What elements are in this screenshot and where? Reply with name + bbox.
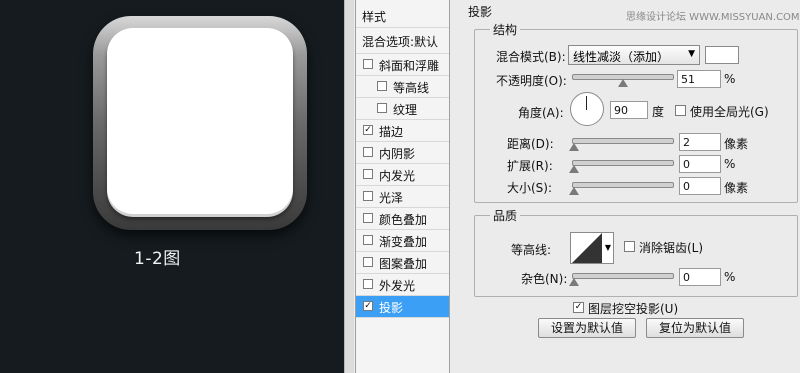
angle-dial-needle <box>586 96 587 110</box>
spread-slider-thumb[interactable] <box>569 165 579 173</box>
style-item-checkbox[interactable] <box>363 169 373 179</box>
style-item-label: 内发光 <box>379 169 416 183</box>
style-item-checkbox[interactable] <box>363 59 373 69</box>
app-icon-face <box>107 28 293 214</box>
watermark-text: 思缘设计论坛 WWW.MISSYUAN.COM <box>626 12 800 23</box>
preview-caption: 1-2图 <box>134 249 181 269</box>
style-item-checkbox[interactable]: ✓ <box>363 125 373 135</box>
structure-title: 结构 <box>490 21 521 38</box>
shadow-color-swatch[interactable] <box>705 46 739 64</box>
noise-label: 杂色(N): <box>521 272 568 286</box>
style-item[interactable]: 内阴影 <box>356 142 449 164</box>
style-item[interactable]: 斜面和浮雕 <box>356 54 449 76</box>
chevron-down-icon: ▼ <box>688 49 695 59</box>
style-item[interactable]: 渐变叠加 <box>356 230 449 252</box>
style-item[interactable]: 颜色叠加 <box>356 208 449 230</box>
opacity-label: 不透明度(O): <box>496 74 567 88</box>
distance-unit: 像素 <box>724 137 749 151</box>
size-unit: 像素 <box>724 181 749 195</box>
style-item-label: 等高线 <box>393 81 430 95</box>
style-item[interactable]: 等高线 <box>356 76 449 98</box>
preview-canvas: 1-2图 <box>0 0 344 373</box>
size-input[interactable]: 0 <box>679 177 721 195</box>
distance-slider-thumb[interactable] <box>569 143 579 151</box>
style-item[interactable]: ✓ 投影 <box>356 296 449 318</box>
make-default-button[interactable]: 设置为默认值 <box>538 318 636 338</box>
noise-slider[interactable] <box>572 273 674 279</box>
global-light-label: 使用全局光(G) <box>690 105 769 119</box>
size-slider-thumb[interactable] <box>569 187 579 195</box>
app-icon-preview <box>93 16 307 230</box>
style-item-label: 投影 <box>379 301 404 315</box>
style-item-label: 描边 <box>379 125 404 139</box>
chevron-down-icon: ▼ <box>604 243 611 252</box>
blend-options-item[interactable]: 混合选项:默认 <box>356 28 449 54</box>
style-item[interactable]: 纹理 <box>356 98 449 120</box>
reset-default-button[interactable]: 复位为默认值 <box>646 318 744 338</box>
style-item-label: 外发光 <box>379 279 416 293</box>
style-item-checkbox[interactable]: ✓ <box>363 301 373 311</box>
angle-dial[interactable] <box>570 92 604 126</box>
style-item-checkbox[interactable] <box>363 147 373 157</box>
style-item-label: 纹理 <box>393 103 418 117</box>
style-item[interactable]: ✓ 描边 <box>356 120 449 142</box>
size-label: 大小(S): <box>507 181 553 195</box>
style-item-checkbox[interactable] <box>363 235 373 245</box>
spread-label: 扩展(R): <box>507 159 553 173</box>
spread-input[interactable]: 0 <box>679 155 721 173</box>
size-slider[interactable] <box>572 182 674 188</box>
style-item-checkbox[interactable] <box>377 81 387 91</box>
spread-slider[interactable] <box>572 160 674 166</box>
contour-label: 等高线: <box>511 243 552 257</box>
style-item-checkbox[interactable] <box>377 103 387 113</box>
opacity-slider-thumb[interactable] <box>618 79 628 87</box>
quality-title: 品质 <box>490 207 521 224</box>
noise-slider-thumb[interactable] <box>569 278 579 286</box>
noise-unit: % <box>724 270 736 284</box>
blend-mode-label: 混合模式(B): <box>496 50 566 64</box>
angle-label: 角度(A): <box>518 106 564 120</box>
style-item-checkbox[interactable] <box>363 257 373 267</box>
opacity-unit: % <box>724 72 736 86</box>
style-item[interactable]: 内发光 <box>356 164 449 186</box>
style-item-label: 光泽 <box>379 191 404 205</box>
style-item-checkbox[interactable] <box>363 191 373 201</box>
antialias-label: 消除锯齿(L) <box>639 241 704 255</box>
blend-mode-select[interactable]: 线性减淡（添加） ▼ <box>568 45 700 65</box>
style-item-label: 颜色叠加 <box>379 213 428 227</box>
style-item-label: 内阴影 <box>379 147 416 161</box>
distance-slider[interactable] <box>572 138 674 144</box>
style-item-checkbox[interactable] <box>363 213 373 223</box>
antialias-checkbox[interactable] <box>624 241 635 252</box>
contour-picker[interactable]: ▼ <box>570 232 614 264</box>
style-item-label: 渐变叠加 <box>379 235 428 249</box>
contour-curve-icon <box>572 233 602 263</box>
style-item-label: 图案叠加 <box>379 257 428 271</box>
distance-input[interactable]: 2 <box>679 133 721 151</box>
styles-header[interactable]: 样式 <box>356 0 449 28</box>
knockout-checkbox[interactable]: ✓ <box>573 302 584 313</box>
noise-input[interactable]: 0 <box>679 268 721 286</box>
style-item[interactable]: 外发光 <box>356 274 449 296</box>
angle-input[interactable]: 90 <box>610 101 648 119</box>
global-light-checkbox[interactable] <box>675 105 686 116</box>
spread-unit: % <box>724 157 736 171</box>
section-title: 投影 <box>468 5 493 19</box>
opacity-input[interactable]: 51 <box>677 70 721 88</box>
style-item[interactable]: 光泽 <box>356 186 449 208</box>
distance-label: 距离(D): <box>507 137 554 151</box>
styles-list: 样式 混合选项:默认 斜面和浮雕等高线纹理 ✓ 描边内阴影内发光光泽颜色叠加渐变叠加… <box>355 0 450 373</box>
angle-unit: 度 <box>652 105 665 119</box>
style-item-label: 斜面和浮雕 <box>379 59 440 73</box>
style-item[interactable]: 图案叠加 <box>356 252 449 274</box>
style-item-checkbox[interactable] <box>363 279 373 289</box>
knockout-label: 图层挖空投影(U) <box>588 302 679 316</box>
